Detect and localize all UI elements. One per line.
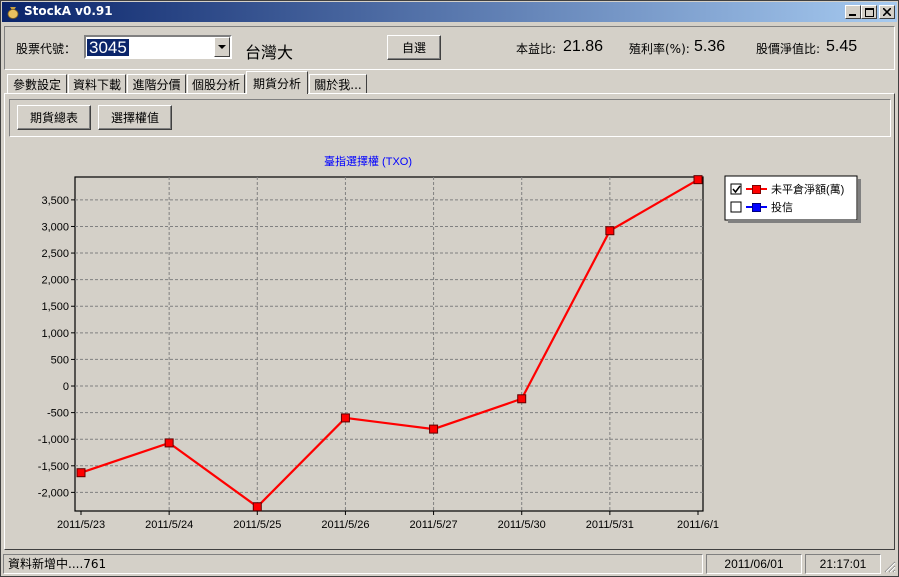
watchlist-button[interactable]: 自選 [387, 35, 441, 60]
app-money-bag-icon [7, 7, 19, 19]
app-window: StockA v0.91 股票代號： 3045 台灣大 自選 本益比: 21.8… [0, 0, 899, 577]
pe-value: 21.86 [563, 38, 604, 55]
y-tick-label: 2,500 [41, 248, 69, 260]
x-tick-label: 2011/5/30 [498, 519, 546, 531]
data-point[interactable] [517, 394, 527, 404]
title-bar[interactable]: StockA v0.91 [2, 2, 897, 22]
minimize-icon [849, 14, 856, 16]
x-tick-label: 2011/5/26 [321, 519, 369, 531]
tab-download[interactable]: 資料下載 [68, 74, 126, 93]
x-tick-label: 2011/6/1 [677, 519, 719, 531]
chart-legend: 未平倉淨額(萬) 投信 [724, 175, 861, 223]
close-icon [883, 8, 891, 16]
yield-value: 5.36 [694, 38, 726, 55]
legend-marker-net-oi [752, 185, 761, 194]
legend-checkbox-investment-trust[interactable] [730, 201, 742, 213]
resize-grip-icon[interactable] [884, 561, 896, 573]
data-point[interactable] [252, 502, 262, 512]
maximize-icon [864, 7, 874, 17]
stock-code-combo[interactable]: 3045 [84, 35, 232, 59]
y-tick-label: -2,000 [38, 487, 69, 499]
y-tick-label: 0 [63, 381, 69, 393]
data-point[interactable] [605, 226, 615, 236]
y-tick-label: 1,500 [41, 301, 69, 313]
y-tick-label: -1,000 [38, 434, 69, 446]
y-tick-label: -500 [47, 408, 69, 420]
pb-label: 股價淨值比: [756, 42, 821, 56]
tab-stock-analysis[interactable]: 個股分析 [187, 74, 245, 93]
data-point[interactable] [429, 424, 439, 434]
pb-value: 5.45 [826, 38, 858, 55]
legend-marker-investment-trust [752, 203, 761, 212]
pe-label: 本益比: [516, 42, 557, 56]
close-button[interactable] [879, 5, 895, 19]
legend-label-net-oi: 未平倉淨額(萬) [771, 182, 844, 196]
data-point[interactable] [340, 413, 350, 423]
chart-area: 3,500 3,000 2,500 2,000 1,500 1,000 500 0 -500 -1… [9, 140, 891, 547]
options-chart: 3,500 3,000 2,500 2,000 1,500 1,000 500 0 -500 -1… [38, 154, 861, 531]
y-tick-label: -1,500 [38, 461, 69, 473]
tab-futures-analysis[interactable]: 期貨分析 [246, 71, 308, 94]
maximize-button[interactable] [861, 5, 877, 19]
status-message: 資料新增中....761 [3, 554, 703, 574]
tab-about[interactable]: 關於我... [309, 74, 367, 93]
data-point[interactable] [693, 175, 703, 185]
stock-code-value[interactable]: 3045 [87, 39, 129, 56]
y-tick-label: 3,500 [41, 195, 69, 207]
futures-summary-button[interactable]: 期貨總表 [17, 105, 91, 130]
dropdown-button[interactable] [214, 37, 230, 57]
stock-code-label: 股票代號： [16, 42, 77, 56]
x-tick-label: 2011/5/24 [145, 519, 193, 531]
window-title: StockA v0.91 [24, 4, 113, 18]
options-value-button[interactable]: 選擇權值 [98, 105, 172, 130]
x-tick-label: 2011/5/31 [586, 519, 634, 531]
y-tick-label: 3,000 [41, 221, 69, 233]
y-tick-label: 2,000 [41, 275, 69, 287]
data-point[interactable] [164, 438, 174, 448]
yield-label: 殖利率(%): [629, 42, 690, 56]
y-tick-label: 500 [51, 354, 69, 366]
chart-title: 臺指選擇權 (TXO) [324, 154, 412, 168]
legend-label-investment-trust: 投信 [771, 200, 793, 214]
data-point[interactable] [76, 468, 86, 478]
status-time: 21:17:01 [805, 554, 881, 574]
x-tick-label: 2011/5/27 [410, 519, 458, 531]
minimize-button[interactable] [845, 5, 861, 19]
status-bar: 資料新增中....761 2011/06/01 21:17:01 [2, 554, 897, 575]
tab-advanced[interactable]: 進階分價 [127, 74, 186, 93]
status-date: 2011/06/01 [706, 554, 802, 574]
y-tick-label: 1,000 [41, 328, 69, 340]
tab-settings[interactable]: 參數設定 [7, 74, 67, 93]
chevron-down-icon [218, 44, 226, 49]
x-tick-label: 2011/5/23 [57, 519, 105, 531]
company-name: 台灣大 [245, 43, 294, 62]
x-tick-label: 2011/5/25 [233, 519, 281, 531]
